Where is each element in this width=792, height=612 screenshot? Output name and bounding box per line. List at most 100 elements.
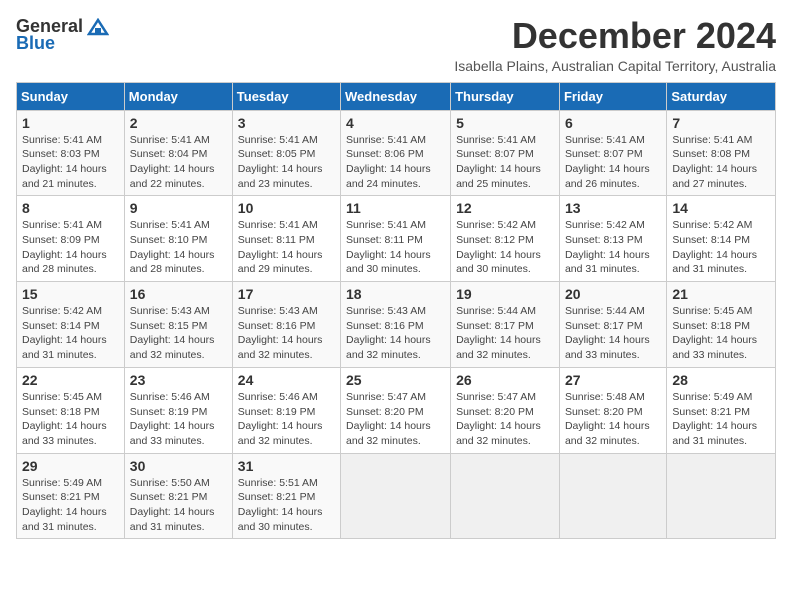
sunrise-text: Sunrise: 5:46 AM [130,390,227,405]
day-number: 29 [22,458,119,474]
sunrise-text: Sunrise: 5:47 AM [456,390,554,405]
sunset-text: Sunset: 8:08 PM [672,147,770,162]
calendar-cell: 5 Sunrise: 5:41 AM Sunset: 8:07 PM Dayli… [451,110,560,196]
sunset-text: Sunset: 8:11 PM [238,233,335,248]
day-number: 19 [456,286,554,302]
day-number: 13 [565,200,661,216]
calendar-cell: 13 Sunrise: 5:42 AM Sunset: 8:13 PM Dayl… [559,196,666,282]
day-number: 8 [22,200,119,216]
daylight-text: Daylight: 14 hours and 30 minutes. [238,505,335,534]
day-detail: Sunrise: 5:47 AM Sunset: 8:20 PM Dayligh… [456,390,554,449]
day-detail: Sunrise: 5:41 AM Sunset: 8:06 PM Dayligh… [346,133,445,192]
calendar-cell: 4 Sunrise: 5:41 AM Sunset: 8:06 PM Dayli… [341,110,451,196]
calendar-week-row: 22 Sunrise: 5:45 AM Sunset: 8:18 PM Dayl… [17,367,776,453]
day-number: 4 [346,115,445,131]
sunrise-text: Sunrise: 5:42 AM [672,218,770,233]
sunset-text: Sunset: 8:09 PM [22,233,119,248]
sunset-text: Sunset: 8:17 PM [565,319,661,334]
daylight-text: Daylight: 14 hours and 31 minutes. [672,248,770,277]
daylight-text: Daylight: 14 hours and 24 minutes. [346,162,445,191]
sunset-text: Sunset: 8:12 PM [456,233,554,248]
calendar-cell: 18 Sunrise: 5:43 AM Sunset: 8:16 PM Dayl… [341,282,451,368]
sunrise-text: Sunrise: 5:43 AM [130,304,227,319]
calendar-cell: 26 Sunrise: 5:47 AM Sunset: 8:20 PM Dayl… [451,367,560,453]
daylight-text: Daylight: 14 hours and 31 minutes. [22,505,119,534]
daylight-text: Daylight: 14 hours and 23 minutes. [238,162,335,191]
sunset-text: Sunset: 8:15 PM [130,319,227,334]
daylight-text: Daylight: 14 hours and 31 minutes. [672,419,770,448]
calendar-cell: 15 Sunrise: 5:42 AM Sunset: 8:14 PM Dayl… [17,282,125,368]
logo-blue-text: Blue [16,33,55,54]
sunrise-text: Sunrise: 5:44 AM [565,304,661,319]
day-number: 25 [346,372,445,388]
header-friday: Friday [559,82,666,110]
day-number: 15 [22,286,119,302]
sunset-text: Sunset: 8:21 PM [130,490,227,505]
day-detail: Sunrise: 5:41 AM Sunset: 8:10 PM Dayligh… [130,218,227,277]
daylight-text: Daylight: 14 hours and 32 minutes. [456,333,554,362]
day-number: 9 [130,200,227,216]
sunset-text: Sunset: 8:07 PM [565,147,661,162]
daylight-text: Daylight: 14 hours and 28 minutes. [130,248,227,277]
daylight-text: Daylight: 14 hours and 22 minutes. [130,162,227,191]
daylight-text: Daylight: 14 hours and 30 minutes. [346,248,445,277]
calendar-week-row: 8 Sunrise: 5:41 AM Sunset: 8:09 PM Dayli… [17,196,776,282]
day-detail: Sunrise: 5:42 AM Sunset: 8:12 PM Dayligh… [456,218,554,277]
daylight-text: Daylight: 14 hours and 31 minutes. [130,505,227,534]
sunrise-text: Sunrise: 5:43 AM [238,304,335,319]
calendar-cell: 28 Sunrise: 5:49 AM Sunset: 8:21 PM Dayl… [667,367,776,453]
sunrise-text: Sunrise: 5:43 AM [346,304,445,319]
header-monday: Monday [124,82,232,110]
day-number: 28 [672,372,770,388]
header-saturday: Saturday [667,82,776,110]
sunrise-text: Sunrise: 5:42 AM [565,218,661,233]
sunset-text: Sunset: 8:07 PM [456,147,554,162]
sunrise-text: Sunrise: 5:44 AM [456,304,554,319]
header-wednesday: Wednesday [341,82,451,110]
sunset-text: Sunset: 8:10 PM [130,233,227,248]
calendar-cell: 29 Sunrise: 5:49 AM Sunset: 8:21 PM Dayl… [17,453,125,539]
day-detail: Sunrise: 5:44 AM Sunset: 8:17 PM Dayligh… [565,304,661,363]
sunrise-text: Sunrise: 5:41 AM [238,218,335,233]
daylight-text: Daylight: 14 hours and 21 minutes. [22,162,119,191]
sunset-text: Sunset: 8:14 PM [22,319,119,334]
daylight-text: Daylight: 14 hours and 27 minutes. [672,162,770,191]
calendar-table: SundayMondayTuesdayWednesdayThursdayFrid… [16,82,776,540]
daylight-text: Daylight: 14 hours and 26 minutes. [565,162,661,191]
sunset-text: Sunset: 8:04 PM [130,147,227,162]
logo-icon [87,18,109,36]
day-number: 2 [130,115,227,131]
day-number: 18 [346,286,445,302]
calendar-header-row: SundayMondayTuesdayWednesdayThursdayFrid… [17,82,776,110]
day-detail: Sunrise: 5:43 AM Sunset: 8:15 PM Dayligh… [130,304,227,363]
calendar-cell: 24 Sunrise: 5:46 AM Sunset: 8:19 PM Dayl… [232,367,340,453]
sunset-text: Sunset: 8:20 PM [456,405,554,420]
day-number: 1 [22,115,119,131]
day-detail: Sunrise: 5:43 AM Sunset: 8:16 PM Dayligh… [238,304,335,363]
sunrise-text: Sunrise: 5:46 AM [238,390,335,405]
calendar-cell: 22 Sunrise: 5:45 AM Sunset: 8:18 PM Dayl… [17,367,125,453]
calendar-cell: 8 Sunrise: 5:41 AM Sunset: 8:09 PM Dayli… [17,196,125,282]
day-detail: Sunrise: 5:42 AM Sunset: 8:14 PM Dayligh… [672,218,770,277]
sunset-text: Sunset: 8:18 PM [672,319,770,334]
day-detail: Sunrise: 5:41 AM Sunset: 8:03 PM Dayligh… [22,133,119,192]
daylight-text: Daylight: 14 hours and 25 minutes. [456,162,554,191]
daylight-text: Daylight: 14 hours and 32 minutes. [130,333,227,362]
sunrise-text: Sunrise: 5:49 AM [22,476,119,491]
day-detail: Sunrise: 5:51 AM Sunset: 8:21 PM Dayligh… [238,476,335,535]
daylight-text: Daylight: 14 hours and 33 minutes. [672,333,770,362]
calendar-cell: 12 Sunrise: 5:42 AM Sunset: 8:12 PM Dayl… [451,196,560,282]
day-number: 30 [130,458,227,474]
sunset-text: Sunset: 8:18 PM [22,405,119,420]
sunrise-text: Sunrise: 5:41 AM [130,218,227,233]
daylight-text: Daylight: 14 hours and 32 minutes. [238,333,335,362]
day-detail: Sunrise: 5:42 AM Sunset: 8:14 PM Dayligh… [22,304,119,363]
sunset-text: Sunset: 8:16 PM [346,319,445,334]
daylight-text: Daylight: 14 hours and 29 minutes. [238,248,335,277]
sunrise-text: Sunrise: 5:42 AM [22,304,119,319]
calendar-cell [341,453,451,539]
calendar-cell: 14 Sunrise: 5:42 AM Sunset: 8:14 PM Dayl… [667,196,776,282]
daylight-text: Daylight: 14 hours and 32 minutes. [565,419,661,448]
calendar-cell: 11 Sunrise: 5:41 AM Sunset: 8:11 PM Dayl… [341,196,451,282]
calendar-cell [559,453,666,539]
